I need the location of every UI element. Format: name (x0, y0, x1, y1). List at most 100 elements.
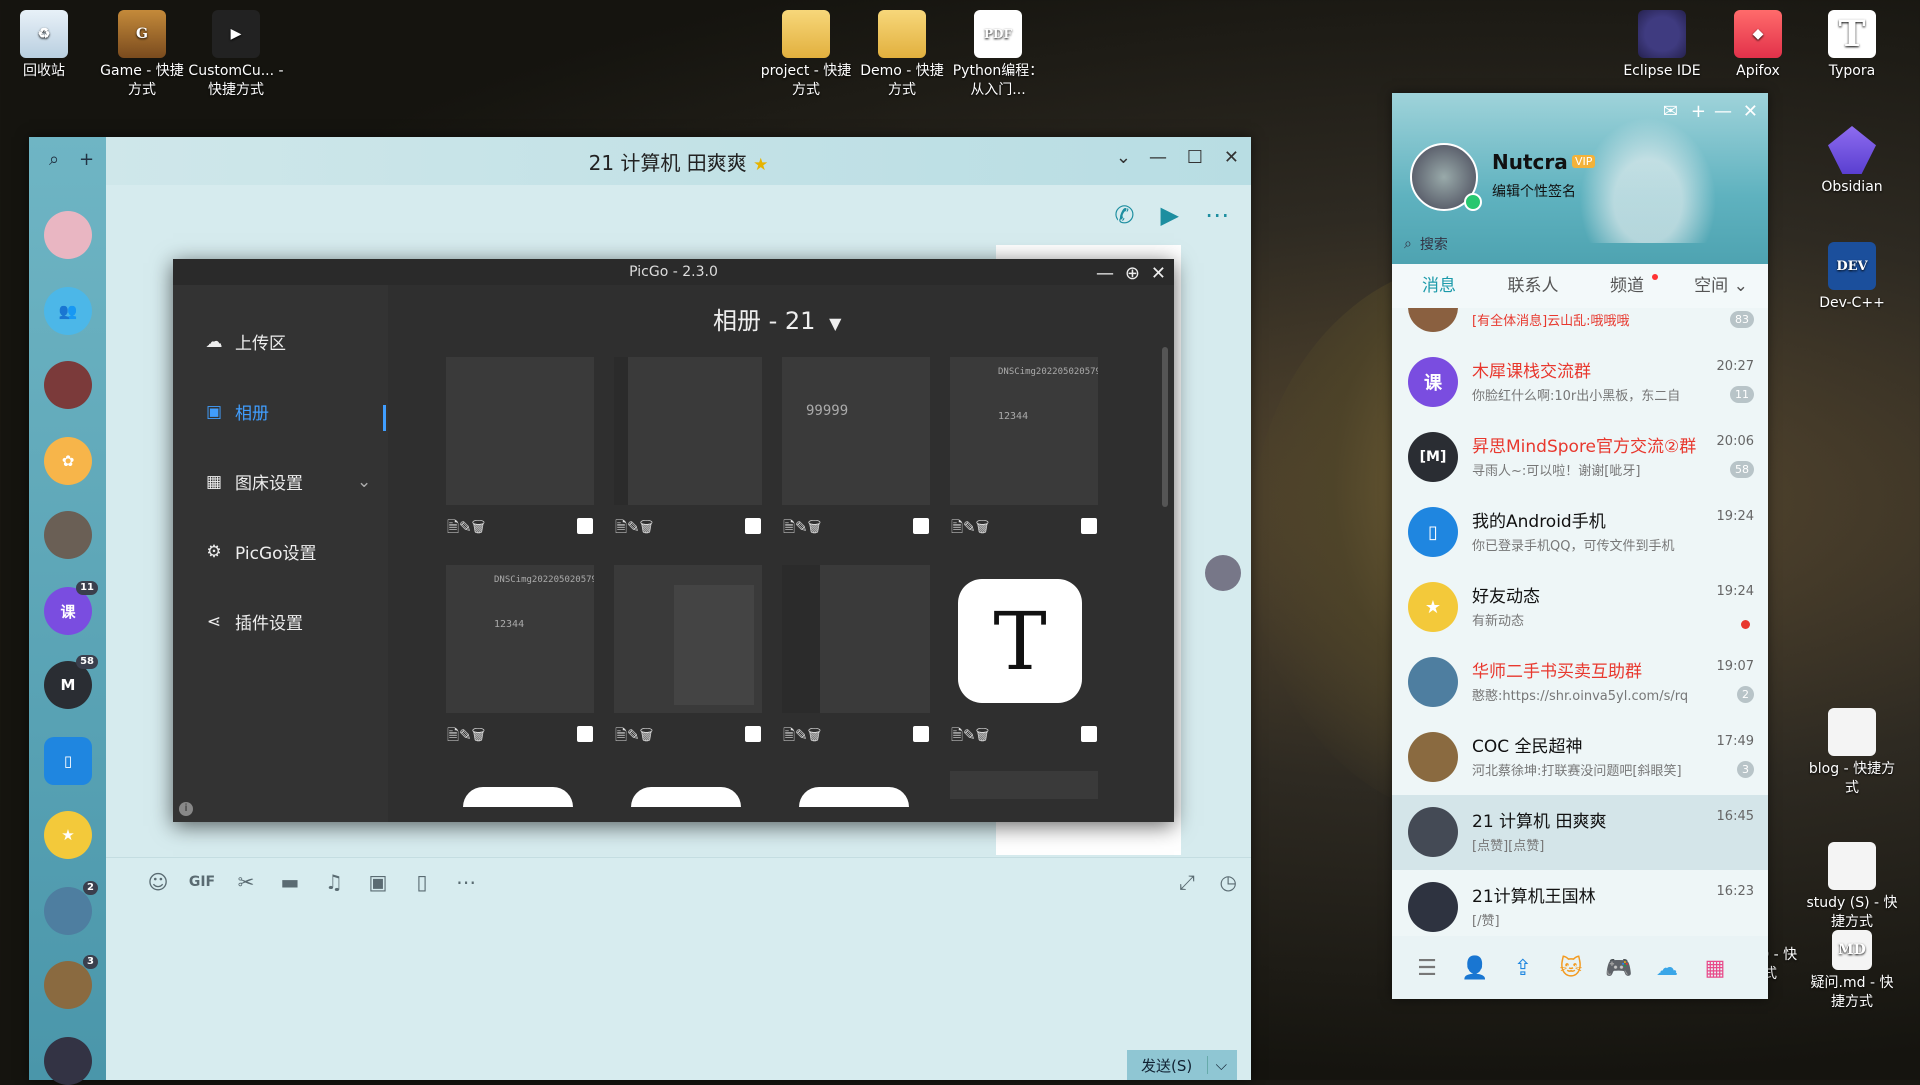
thumbnail-checkbox[interactable] (745, 518, 761, 534)
phone-call-icon[interactable]: ✆ (1114, 201, 1134, 229)
thumbnail-actions[interactable]: 🗎✎🗑 (951, 517, 989, 542)
minimize-button[interactable]: — (1149, 147, 1167, 168)
menu-plugin-settings[interactable]: ⋖ 插件设置 (203, 609, 303, 635)
desktop-icon-python-pdf[interactable]: PDF Python编程：从入门... (950, 4, 1046, 100)
scrollbar[interactable] (1162, 347, 1168, 507)
thumbnail-actions[interactable]: 🗎✎🗑 (447, 517, 485, 542)
thumbnail-checkbox[interactable] (577, 726, 593, 742)
close-button[interactable]: ✕ (1151, 261, 1166, 287)
tab-contacts[interactable]: 联系人 (1486, 264, 1580, 308)
apps-icon[interactable]: ▦ (1698, 956, 1732, 981)
gallery-thumbnail[interactable]: DNSCimg20220502057974.png 12344 (446, 565, 594, 713)
list-item[interactable]: 21 计算机 田爽爽 16:45 [点赞][点赞] (1392, 795, 1768, 870)
image-icon[interactable]: ▣ (364, 870, 392, 894)
add-icon[interactable]: + (1691, 101, 1706, 122)
screen-record-icon[interactable]: ▯ (408, 870, 436, 894)
thumbnail-actions[interactable]: 🗎✎🗑 (447, 725, 485, 750)
thumbnail-checkbox[interactable] (913, 726, 929, 742)
gallery-thumbnail[interactable] (799, 787, 909, 807)
thumbnail-actions[interactable]: 🗎✎🗑 (615, 517, 653, 542)
desktop-icon-blog[interactable]: blog - 快捷方式 (1804, 702, 1900, 798)
file-transfer-icon[interactable]: ⇪ (1506, 956, 1540, 981)
tab-space[interactable]: 空间 ⌄ (1674, 264, 1768, 308)
desktop-icon-obsidian[interactable]: Obsidian (1804, 120, 1900, 197)
tab-channels[interactable]: 频道 (1580, 264, 1674, 308)
scissors-icon[interactable]: ✂ (232, 870, 260, 894)
info-icon[interactable]: i (179, 802, 193, 816)
desktop-icon-demo[interactable]: Demo - 快捷方式 (854, 4, 950, 100)
desktop-icon-customcu[interactable]: ▶ CustomCu... - 快捷方式 (188, 4, 284, 100)
gallery-thumbnail[interactable] (782, 565, 930, 713)
conversation-avatar[interactable]: ▯ (44, 737, 92, 785)
menu-icon[interactable]: ☰ (1410, 956, 1444, 981)
conversation-avatar[interactable]: 课 11 (44, 581, 98, 635)
history-icon[interactable]: ◷ (1220, 870, 1237, 894)
close-button[interactable]: ✕ (1224, 147, 1239, 168)
add-friend-icon[interactable]: 👤 (1458, 956, 1492, 981)
desktop-icon-project[interactable]: project - 快捷方式 (758, 4, 854, 100)
gallery-thumbnail[interactable] (614, 565, 762, 713)
cloud-icon[interactable]: ☁ (1650, 956, 1684, 981)
conversation-avatar[interactable]: 👥 (44, 287, 92, 335)
maximize-button[interactable]: ☐ (1187, 147, 1203, 168)
thumbnail-actions[interactable]: 🗎✎🗑 (951, 725, 989, 750)
conversation-avatar[interactable] (44, 361, 92, 409)
menu-picgo-settings[interactable]: ⚙ PicGo设置 (203, 539, 316, 565)
menu-gallery[interactable]: ▣ 相册 (203, 399, 269, 425)
minimize-button[interactable]: — (1096, 261, 1114, 287)
desktop-icon-study[interactable]: study (S) - 快捷方式 (1804, 836, 1900, 932)
menu-picbed-settings[interactable]: ▦ 图床设置 ⌄ (203, 469, 371, 495)
list-item[interactable]: 21计算机王国林 16:23 [/赞] (1392, 870, 1768, 936)
conversation-avatar[interactable]: 2 (44, 881, 98, 935)
gallery-thumbnail[interactable] (446, 357, 594, 505)
gallery-thumbnail[interactable] (950, 771, 1098, 799)
more-icon[interactable]: ⋯ (1205, 201, 1229, 229)
conversation-avatar[interactable]: 3 (44, 955, 98, 1009)
list-item[interactable]: 华师二手书买卖互助群 19:07 憨憨:https://shr.oinva5yl… (1392, 645, 1768, 720)
desktop-icon-apifox[interactable]: ◆ Apifox (1710, 4, 1806, 81)
search-input[interactable]: ⌕ 搜索 (1404, 231, 1754, 257)
search-icon[interactable]: ⌕ (49, 149, 59, 170)
more-icon[interactable]: ⋯ (452, 870, 480, 894)
thumbnail-checkbox[interactable] (1081, 518, 1097, 534)
gallery-thumbnail[interactable] (614, 357, 762, 505)
thumbnail-actions[interactable]: 🗎✎🗑 (615, 725, 653, 750)
pin-button[interactable]: ⊕ (1125, 261, 1140, 287)
expand-icon[interactable]: ⤢ (1179, 870, 1195, 894)
desktop-icon-devcpp[interactable]: DEV Dev-C++ (1804, 236, 1900, 313)
chevron-down-icon[interactable]: ⌵ (1206, 1056, 1237, 1074)
gallery-thumbnail[interactable]: DNSCimg20220502057974.png 12344 (950, 357, 1098, 505)
list-item[interactable]: ▯ 我的Android手机 19:24 你已登录手机QQ，可传文件到手机 (1392, 495, 1768, 570)
chevron-down-icon[interactable]: ⌄ (1116, 147, 1131, 168)
thumbnail-checkbox[interactable] (577, 518, 593, 534)
list-item[interactable]: COC 全民超神 17:49 河北蔡徐坤:打联赛没问题吧[斜眼笑] 3 (1392, 720, 1768, 795)
gallery-thumbnail[interactable]: T (950, 565, 1098, 713)
desktop-icon-recycle-bin[interactable]: ♻ 回收站 (0, 4, 92, 81)
close-button[interactable]: ✕ (1743, 101, 1758, 122)
thumbnail-checkbox[interactable] (913, 518, 929, 534)
conversation-avatar[interactable] (44, 211, 92, 259)
gallery-thumbnail[interactable]: 99999 (782, 357, 930, 505)
desktop-icon-eclipse[interactable]: Eclipse IDE for Java D... (1614, 4, 1710, 81)
list-item[interactable]: ★ 好友动态 19:24 有新动态 (1392, 570, 1768, 645)
desktop-icon-question-md[interactable]: MD 疑问.md - 快捷方式 (1804, 930, 1900, 1012)
thumbnail-checkbox[interactable] (745, 726, 761, 742)
album-title[interactable]: 相册 - 21 ▼ (713, 301, 841, 336)
thumbnail-actions[interactable]: 🗎✎🗑 (783, 725, 821, 750)
emoji-icon[interactable]: ☺ (144, 870, 172, 894)
desktop-icon-typora[interactable]: T Typora (1804, 4, 1900, 81)
send-button[interactable]: 发送(S) ⌵ (1127, 1050, 1237, 1080)
signature-field[interactable]: 编辑个性签名 (1492, 181, 1576, 201)
list-item[interactable]: [有全体消息]云山乱:哦哦哦 83 (1392, 308, 1768, 345)
mail-icon[interactable]: ✉ (1663, 101, 1678, 122)
gallery-thumbnail[interactable] (631, 787, 741, 807)
menu-upload[interactable]: ☁ 上传区 (203, 329, 287, 355)
game-center-icon[interactable]: 🐱 (1554, 956, 1588, 981)
tab-messages[interactable]: 消息 (1392, 264, 1486, 308)
conversation-avatar[interactable] (44, 1037, 92, 1085)
video-call-icon[interactable]: ▶ (1161, 201, 1179, 229)
desktop-icon-game[interactable]: G Game - 快捷方式 (94, 4, 190, 100)
thumbnail-checkbox[interactable] (1081, 726, 1097, 742)
minimize-button[interactable]: — (1714, 101, 1732, 122)
list-item[interactable]: 课 木犀课栈交流群 20:27 你脸红什么啊:10r出小黑板，东二自 11 (1392, 345, 1768, 420)
